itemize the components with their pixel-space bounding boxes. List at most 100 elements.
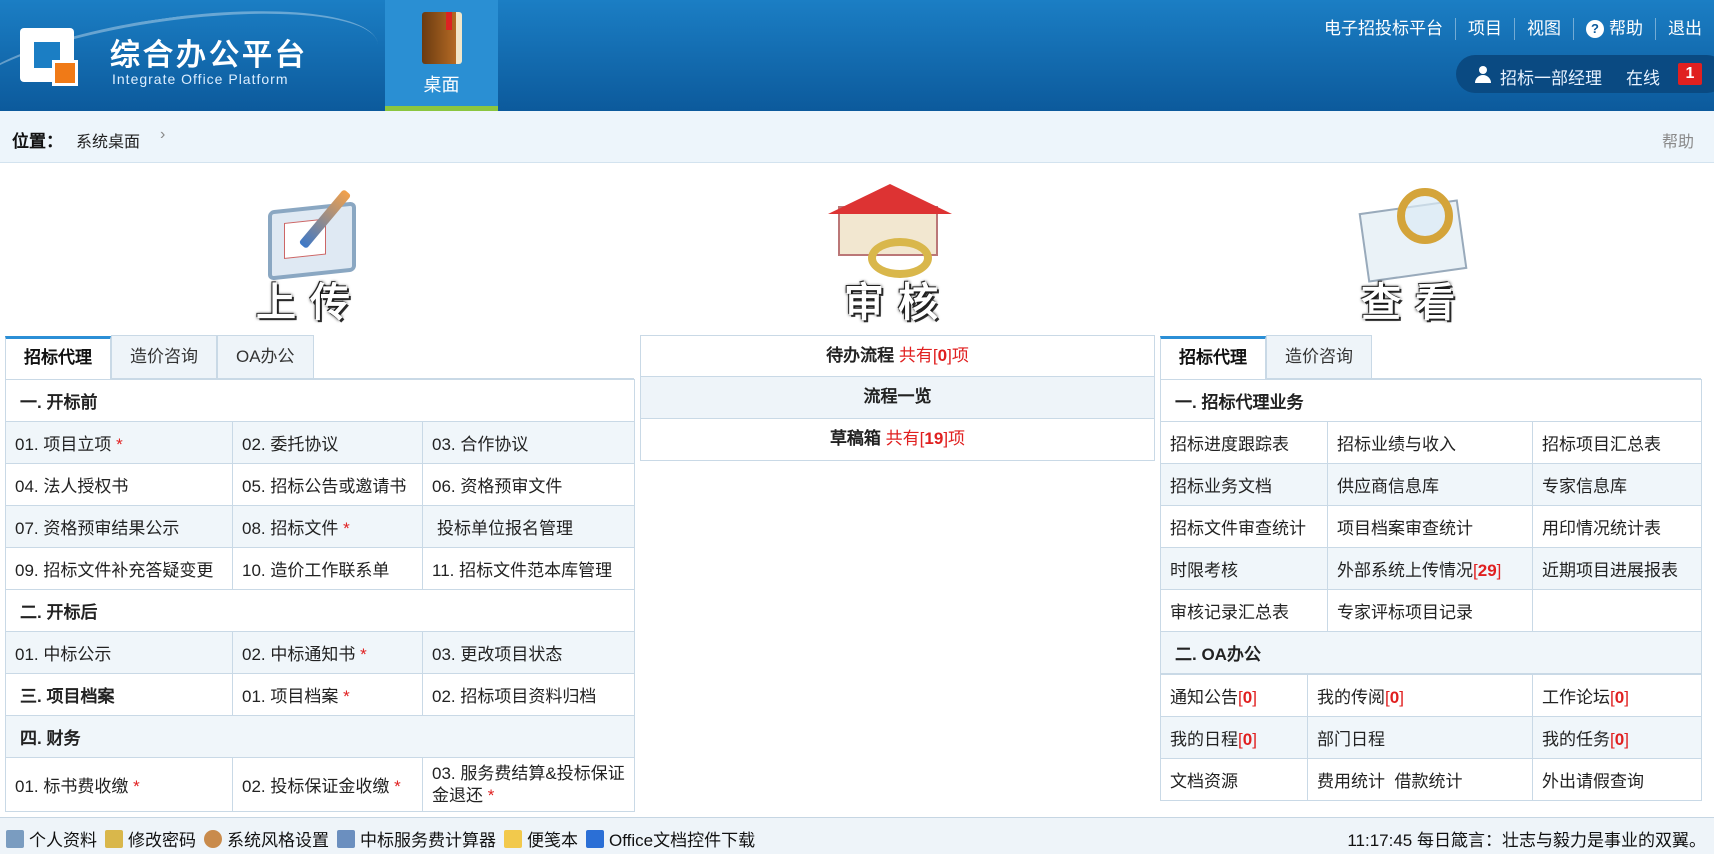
tasks-count: 0	[1614, 730, 1625, 749]
list-item[interactable]: 投标单位报名管理	[421, 505, 636, 548]
loan-link[interactable]: 借款统计	[1394, 772, 1462, 791]
list-item[interactable]: 09. 招标文件补充答疑变更	[5, 547, 233, 590]
notepad-link[interactable]: 便笺本	[504, 826, 578, 851]
required-mark: *	[116, 435, 123, 454]
link-e-bidding[interactable]: 电子招投标平台	[1312, 18, 1455, 40]
list-item[interactable]: 通知公告[0]	[1160, 674, 1308, 717]
list-item[interactable]: 外部系统上传情况[29]	[1327, 547, 1533, 590]
list-item[interactable]: 04. 法人授权书	[5, 463, 233, 506]
clock-and-motto: 11:17:45 每日箴言：壮志与毅力是事业的双翼。	[1347, 826, 1706, 851]
drafts-row[interactable]: 草稿箱 共有[19]项	[640, 419, 1155, 461]
review-panel: 待办流程 共有[0]项 流程一览 草稿箱 共有[19]项	[640, 335, 1155, 461]
workflow-overview-row[interactable]: 流程一览	[640, 377, 1155, 419]
list-item[interactable]: 用印情况统计表	[1531, 505, 1703, 548]
view-biz-table: 一. 招标代理业务 招标进度跟踪表 招标业绩与收入 招标项目汇总表 招标业务文档…	[1159, 379, 1703, 674]
list-item[interactable]: 文档资源	[1160, 758, 1308, 801]
breadcrumb: 位置： 系统桌面 › 帮助	[0, 111, 1714, 163]
section-after-opening: 二. 开标后	[4, 589, 636, 632]
view-heading: 查看	[1361, 280, 1469, 326]
list-item[interactable]: 项目档案审查统计	[1327, 505, 1533, 548]
list-item[interactable]: 专家信息库	[1531, 463, 1703, 506]
app-header: 综合办公平台 Integrate Office Platform 桌面 电子招投…	[0, 0, 1714, 111]
upload-tabs: 招标代理 造价咨询 OA办公	[5, 335, 634, 379]
list-item[interactable]: 01. 中标公示	[5, 631, 233, 674]
upload-hero: 上传	[240, 176, 380, 328]
list-item[interactable]: 03. 更改项目状态	[421, 631, 636, 674]
list-item[interactable]: 时限考核	[1160, 547, 1328, 590]
link-view[interactable]: 视图	[1514, 18, 1573, 40]
help-link[interactable]: 帮助	[1662, 128, 1694, 152]
list-item[interactable]: 08. 招标文件 *	[232, 505, 423, 548]
tab-desktop-label: 桌面	[423, 75, 460, 95]
list-item[interactable]: 03. 合作协议	[421, 421, 636, 464]
required-mark: *	[133, 777, 140, 796]
tab-oa-office[interactable]: OA办公	[217, 335, 314, 378]
list-item[interactable]: 01. 标书费收缴 *	[5, 757, 233, 812]
theme-settings-link[interactable]: 系统风格设置	[204, 826, 329, 851]
tab-cost-consulting[interactable]: 造价咨询	[111, 335, 217, 378]
breadcrumb-item-desktop[interactable]: 系统桌面	[76, 128, 140, 152]
list-item[interactable]: 10. 造价工作联系单	[232, 547, 423, 590]
list-item[interactable]: 我的日程[0]	[1160, 716, 1308, 759]
app-title: 综合办公平台	[110, 39, 308, 72]
list-item[interactable]: 专家评标项目记录	[1327, 589, 1533, 632]
profile-link[interactable]: 个人资料	[6, 826, 97, 851]
link-project[interactable]: 项目	[1455, 18, 1514, 40]
list-item[interactable]: 03. 服务费结算&投标保证金退还 *	[421, 757, 636, 812]
list-item[interactable]: 11. 招标文件范本库管理	[421, 547, 636, 590]
link-logout[interactable]: 退出	[1655, 18, 1714, 40]
list-item[interactable]: 招标项目汇总表	[1531, 421, 1703, 464]
list-item[interactable]: 工作论坛[0]	[1532, 674, 1702, 717]
pending-workflow-row[interactable]: 待办流程 共有[0]项	[640, 335, 1155, 377]
tab-cost-consulting[interactable]: 造价咨询	[1266, 335, 1372, 378]
required-mark: *	[487, 785, 495, 805]
list-item[interactable]: 供应商信息库	[1327, 463, 1533, 506]
pending-prefix: 共有[	[898, 346, 938, 365]
office-control-download-link[interactable]: Office文档控件下载	[586, 826, 755, 851]
list-item[interactable]: 近期项目进展报表	[1531, 547, 1703, 590]
list-item[interactable]: 02. 中标通知书 *	[232, 631, 423, 674]
tab-bidding-agency[interactable]: 招标代理	[1160, 336, 1266, 379]
user-status: 招标一部经理 在线 1	[1456, 55, 1714, 93]
circulate-count: 0	[1389, 688, 1400, 707]
notice-count: 0	[1242, 688, 1253, 707]
list-item[interactable]: 01. 项目立项 *	[5, 421, 233, 464]
change-password-link[interactable]: 修改密码	[105, 826, 196, 851]
list-item[interactable]: 部门日程	[1307, 716, 1533, 759]
online-label: 在线	[1626, 69, 1660, 88]
link-help-label: 帮助	[1609, 19, 1643, 38]
forum-count: 0	[1614, 688, 1625, 707]
list-item[interactable]: 01. 项目档案 *	[232, 673, 423, 716]
status-bar: 个人资料 修改密码 系统风格设置 中标服务费计算器 便笺本 Office文档控件…	[0, 817, 1714, 854]
view-hero: 查看	[1345, 176, 1485, 328]
list-item[interactable]: 02. 招标项目资料归档	[421, 673, 636, 716]
tab-bidding-agency[interactable]: 招标代理	[5, 336, 111, 379]
list-item[interactable]: 我的任务[0]	[1532, 716, 1702, 759]
link-help[interactable]: ? 帮助	[1573, 18, 1655, 40]
online-count-badge[interactable]: 1	[1678, 63, 1702, 85]
list-item[interactable]: 审核记录汇总表	[1160, 589, 1328, 632]
drafts-prefix: 共有[	[885, 429, 925, 448]
list-item[interactable]: 招标文件审查统计	[1160, 505, 1328, 548]
list-item[interactable]: 招标进度跟踪表	[1160, 421, 1328, 464]
expense-link[interactable]: 费用统计	[1317, 772, 1385, 791]
list-item[interactable]: 05. 招标公告或邀请书	[232, 463, 423, 506]
list-item[interactable]: 我的传阅[0]	[1307, 674, 1533, 717]
tab-desktop[interactable]: 桌面	[385, 0, 498, 111]
pending-workflow-label: 待办流程	[826, 346, 895, 365]
list-item[interactable]: 02. 投标保证金收缴 *	[232, 757, 423, 812]
user-name[interactable]: 招标一部经理	[1500, 64, 1602, 89]
list-item[interactable]: 07. 资格预审结果公示	[5, 505, 233, 548]
fee-calculator-link[interactable]: 中标服务费计算器	[337, 826, 496, 851]
list-item[interactable]: 费用统计 借款统计	[1307, 758, 1533, 801]
drafts-suffix: ]项	[943, 429, 966, 448]
id-card-icon	[6, 829, 24, 848]
help-icon: ?	[1586, 20, 1604, 38]
required-mark: *	[343, 519, 350, 538]
list-item[interactable]: 02. 委托协议	[232, 421, 423, 464]
list-item[interactable]: 招标业务文档	[1160, 463, 1328, 506]
list-item[interactable]: 06. 资格预审文件	[421, 463, 636, 506]
chevron-right-icon: ›	[160, 126, 166, 143]
list-item[interactable]: 外出请假查询	[1532, 758, 1702, 801]
list-item[interactable]: 招标业绩与收入	[1327, 421, 1533, 464]
